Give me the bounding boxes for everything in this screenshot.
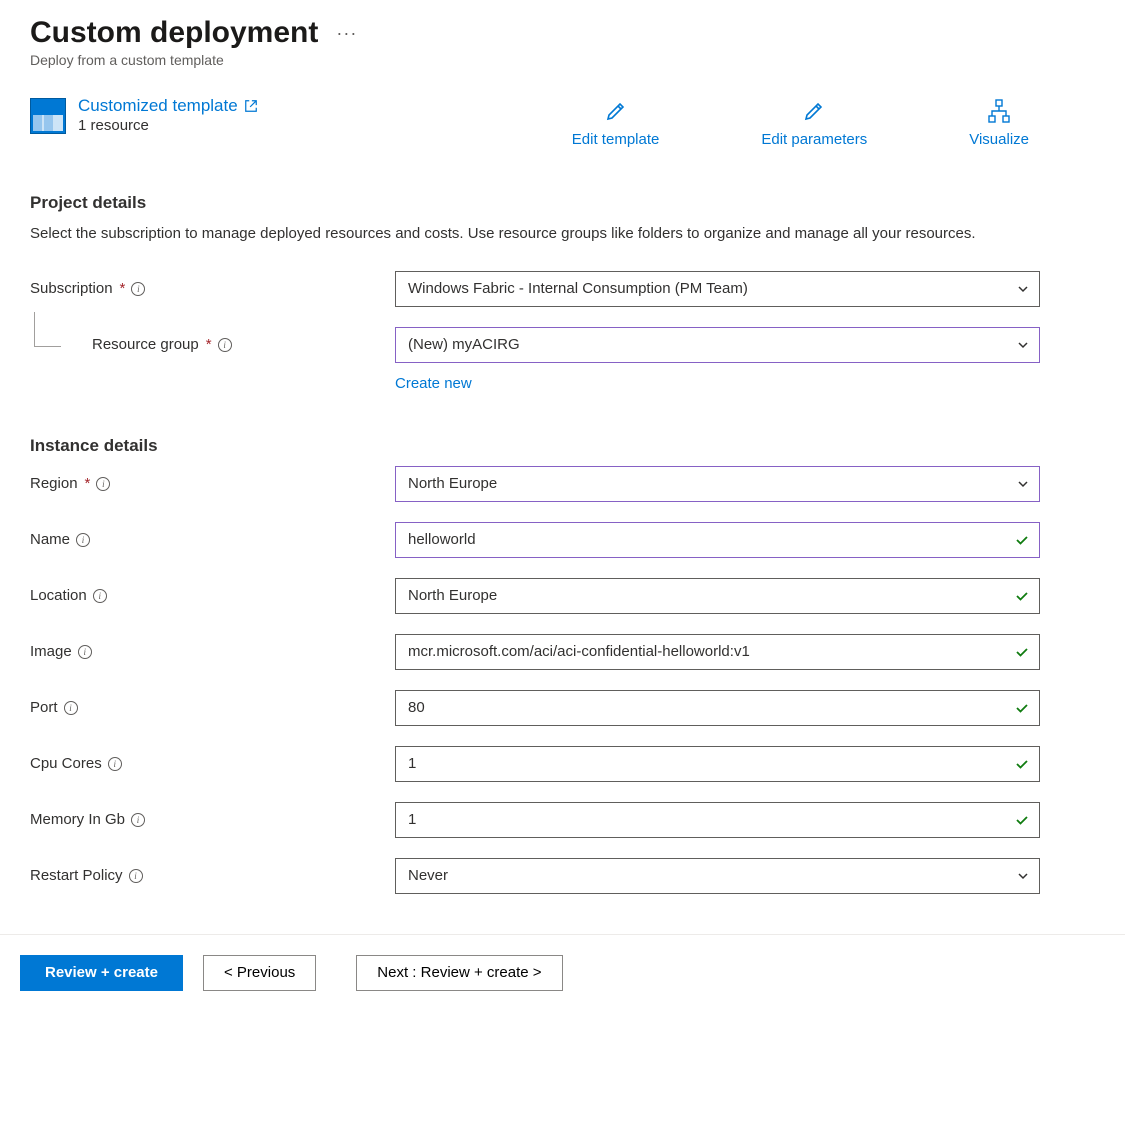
review-create-button[interactable]: Review + create	[20, 955, 183, 991]
restart-policy-label: Restart Policy	[30, 867, 123, 884]
page-title: Custom deployment	[30, 16, 318, 50]
pencil-icon	[800, 97, 828, 125]
region-label: Region	[30, 475, 78, 492]
info-icon[interactable]: i	[78, 645, 92, 659]
edit-parameters-label: Edit parameters	[761, 131, 867, 148]
info-icon[interactable]: i	[64, 701, 78, 715]
previous-button[interactable]: < Previous	[203, 955, 316, 991]
info-icon[interactable]: i	[131, 282, 145, 296]
image-label: Image	[30, 643, 72, 660]
resource-group-label: Resource group	[92, 336, 199, 353]
name-input[interactable]	[395, 522, 1040, 558]
info-icon[interactable]: i	[108, 757, 122, 771]
info-icon[interactable]: i	[129, 869, 143, 883]
info-icon[interactable]: i	[96, 477, 110, 491]
location-input[interactable]	[395, 578, 1040, 614]
open-external-icon	[244, 99, 258, 113]
project-details-description: Select the subscription to manage deploy…	[30, 223, 1010, 245]
required-asterisk: *	[85, 475, 91, 492]
restart-policy-select[interactable]: Never	[395, 858, 1040, 894]
edit-parameters-button[interactable]: Edit parameters	[755, 96, 873, 149]
create-new-link[interactable]: Create new	[395, 375, 472, 392]
info-icon[interactable]: i	[131, 813, 145, 827]
hierarchy-icon	[985, 97, 1013, 125]
port-input[interactable]	[395, 690, 1040, 726]
cpu-cores-input[interactable]	[395, 746, 1040, 782]
subscription-label: Subscription	[30, 280, 113, 297]
resource-group-select[interactable]: (New) myACIRG	[395, 327, 1040, 363]
port-label: Port	[30, 699, 58, 716]
location-label: Location	[30, 587, 87, 604]
page-subtitle: Deploy from a custom template	[30, 52, 1095, 68]
subscription-select[interactable]: Windows Fabric - Internal Consumption (P…	[395, 271, 1040, 307]
project-details-heading: Project details	[30, 193, 1095, 213]
info-icon[interactable]: i	[93, 589, 107, 603]
template-icon	[30, 98, 66, 134]
visualize-label: Visualize	[969, 131, 1029, 148]
pencil-icon	[602, 97, 630, 125]
image-input[interactable]	[395, 634, 1040, 670]
customized-template-link[interactable]: Customized template	[78, 96, 258, 116]
edit-template-button[interactable]: Edit template	[566, 96, 666, 149]
memory-input[interactable]	[395, 802, 1040, 838]
customized-template-label: Customized template	[78, 96, 238, 116]
next-button[interactable]: Next : Review + create >	[356, 955, 562, 991]
region-select[interactable]: North Europe	[395, 466, 1040, 502]
memory-label: Memory In Gb	[30, 811, 125, 828]
edit-template-label: Edit template	[572, 131, 660, 148]
instance-details-heading: Instance details	[30, 436, 1095, 456]
visualize-button[interactable]: Visualize	[963, 96, 1035, 149]
cpu-cores-label: Cpu Cores	[30, 755, 102, 772]
name-label: Name	[30, 531, 70, 548]
required-asterisk: *	[120, 280, 126, 297]
info-icon[interactable]: i	[76, 533, 90, 547]
template-resource-count: 1 resource	[78, 117, 258, 134]
required-asterisk: *	[206, 336, 212, 353]
more-icon[interactable]: ···	[336, 23, 357, 44]
info-icon[interactable]: i	[218, 338, 232, 352]
